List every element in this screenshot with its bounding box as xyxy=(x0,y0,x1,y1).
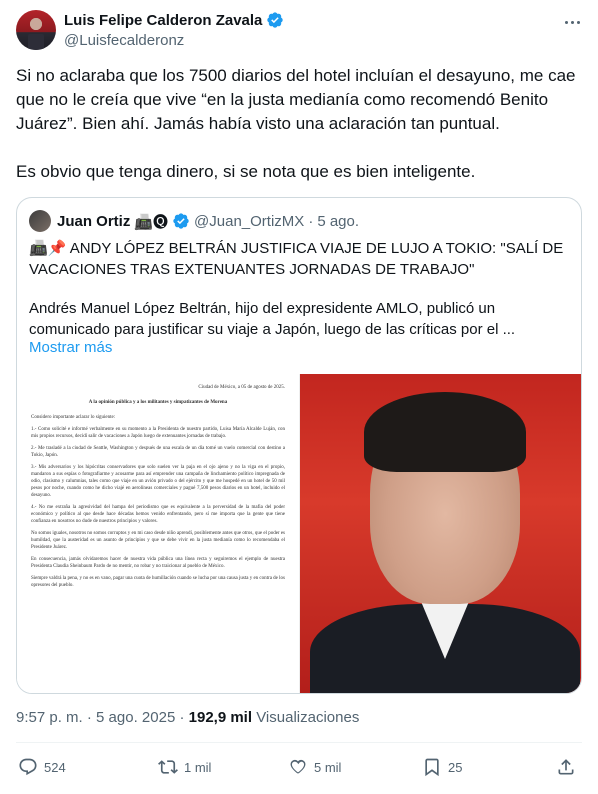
like-count: 5 mil xyxy=(314,759,342,775)
quoted-title: 📠📌 ANDY LÓPEZ BELTRÁN JUSTIFICA VIAJE DE… xyxy=(29,238,569,280)
document-paragraph: Siempre valdrá la pena, y no es en vano,… xyxy=(31,576,285,588)
author-display-name[interactable]: Luis Felipe Calderon Zavala xyxy=(64,12,262,29)
like-button[interactable]: 5 mil xyxy=(288,757,341,777)
heart-icon xyxy=(290,759,306,774)
meta-separator: · xyxy=(179,709,185,726)
repost-icon xyxy=(158,760,178,774)
author-name-row: Luis Felipe Calderon Zavala xyxy=(64,11,284,29)
repost-count: 1 mil xyxy=(184,759,212,775)
quoted-author-handle[interactable]: @Juan_OrtizMX xyxy=(194,213,304,230)
share-button[interactable] xyxy=(556,757,576,777)
quoted-author-name[interactable]: Juan Ortiz xyxy=(57,213,130,230)
document-paragraph: 1.- Como solicité e informé verbalmente … xyxy=(31,427,285,439)
bookmark-button[interactable]: 25 xyxy=(422,757,462,777)
document-paragraph: 4.- No me extraña la agresividad del ham… xyxy=(31,505,285,524)
document-date: Ciudad de México, a 05 de agosto de 2025… xyxy=(198,385,285,390)
reply-count: 524 xyxy=(44,759,66,775)
show-more-link[interactable]: Mostrar más xyxy=(29,339,112,356)
verified-badge-icon xyxy=(173,213,189,229)
quoted-tweet[interactable]: Juan Ortiz 📠🅠 @Juan_OrtizMX · 5 ago. 📠📌 … xyxy=(16,197,582,694)
reply-button[interactable]: 524 xyxy=(18,757,66,777)
photo-hair xyxy=(364,392,526,472)
verified-badge-icon xyxy=(267,12,284,28)
document-image[interactable]: Ciudad de México, a 05 de agosto de 2025… xyxy=(17,374,300,693)
views-count: 192,9 mil xyxy=(188,709,253,726)
quoted-separator: · xyxy=(308,212,314,230)
meta-separator: · xyxy=(86,709,92,726)
quoted-title-emojis: 📠📌 xyxy=(29,240,67,257)
tweet-text: Si no aclaraba que los 7500 diarios del … xyxy=(16,64,582,208)
quoted-author-emojis: 📠🅠 xyxy=(134,213,169,231)
author-avatar[interactable] xyxy=(16,10,56,50)
tweet-meta: 9:57 p. m. · 5 ago. 2025 · 192,9 mil Vis… xyxy=(16,709,359,726)
bookmark-icon xyxy=(425,758,439,777)
tweet-date[interactable]: 5 ago. 2025 xyxy=(96,709,175,726)
quoted-author-avatar[interactable] xyxy=(29,210,51,232)
document-title: A la opinión pública y a los militantes … xyxy=(88,400,228,405)
document-paragraph: En consecuencia, jamás olvidaremos hacer… xyxy=(31,557,285,569)
repost-button[interactable]: 1 mil xyxy=(158,757,211,777)
share-icon xyxy=(558,759,574,775)
tweet-time[interactable]: 9:57 p. m. xyxy=(16,709,83,726)
document-paragraph: No somos iguales, nosotros no somos corr… xyxy=(31,531,285,550)
quoted-text: Andrés Manuel López Beltrán, hijo del ex… xyxy=(29,300,516,338)
document-paragraph: Considero importante aclarar lo siguient… xyxy=(31,415,116,420)
tweet-paragraph-1: Si no aclaraba que los 7500 diarios del … xyxy=(16,66,576,133)
tweet-paragraph-2: Es obvio que tenga dinero, si se nota qu… xyxy=(16,162,476,181)
quoted-tweet-header: Juan Ortiz 📠🅠 @Juan_OrtizMX · 5 ago. xyxy=(29,210,359,232)
document-paragraph: 2.- Me trasladé a la ciudad de Seattle, … xyxy=(31,446,285,458)
more-options-icon[interactable] xyxy=(562,12,582,32)
divider xyxy=(16,742,582,743)
author-handle[interactable]: @Luisfecalderonz xyxy=(64,32,184,49)
quoted-media[interactable]: Ciudad de México, a 05 de agosto de 2025… xyxy=(17,374,581,693)
bookmark-count: 25 xyxy=(448,759,463,775)
quoted-title-text: ANDY LÓPEZ BELTRÁN JUSTIFICA VIAJE DE LU… xyxy=(29,240,564,278)
portrait-photo[interactable] xyxy=(300,374,581,693)
action-bar: 524 1 mil 5 mil 25 xyxy=(16,757,582,785)
avatar-podium xyxy=(28,34,44,50)
tweet: Luis Felipe Calderon Zavala @Luisfecalde… xyxy=(0,0,598,794)
views-label: Visualizaciones xyxy=(256,709,360,726)
document-paragraph: 3.- Mis adversarios y los hipócritas con… xyxy=(31,465,285,498)
quoted-timestamp[interactable]: 5 ago. xyxy=(317,213,359,230)
reply-icon xyxy=(19,758,37,776)
